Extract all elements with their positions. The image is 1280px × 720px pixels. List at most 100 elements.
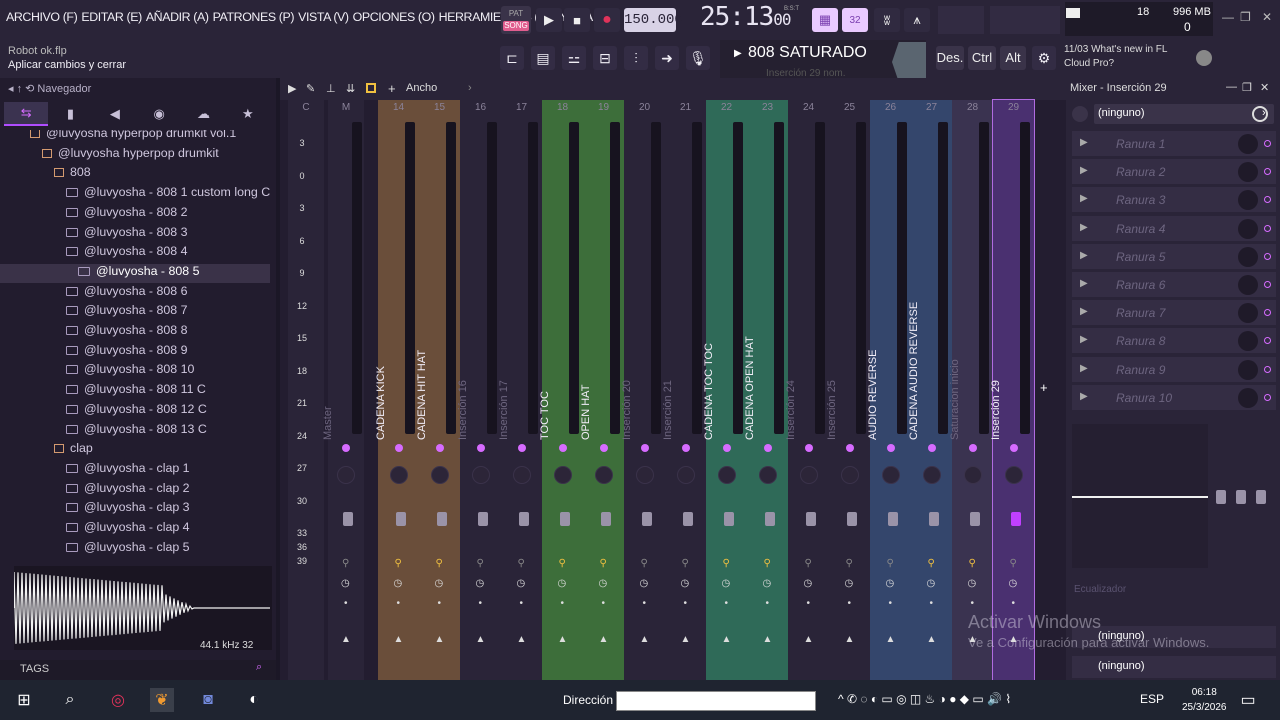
tray-icons[interactable]: ^ ✆ ◌ ◐ ▭ ◎ ◫ ♨ ◑ ● ◆ ▭ 🔊 ⌇ — [838, 692, 1011, 706]
slot-mix-knob[interactable] — [1238, 387, 1258, 408]
add-icon[interactable]: + — [388, 81, 396, 96]
waveform-preview[interactable] — [13, 566, 272, 650]
solo-dot[interactable]: • — [807, 598, 811, 609]
strip-name[interactable]: CADENA TOC TOC — [703, 220, 729, 440]
send-arrow-icon[interactable]: ▲ — [845, 634, 855, 645]
mute-icon[interactable]: ◷ — [763, 578, 772, 589]
news-panel[interactable]: 11/03 What's new in FL Cloud Pro? — [1064, 43, 1167, 71]
mute-icon[interactable]: ◷ — [435, 578, 444, 589]
disk-icon[interactable]: ⇊ — [346, 82, 355, 95]
solo-dot[interactable]: • — [643, 598, 647, 609]
effect-slot[interactable]: ▶ Ranura 1 — [1072, 130, 1276, 156]
mixer-strip[interactable]: 14 CADENA KICK ⚲ ◷ • ▲ — [375, 100, 419, 680]
playlist-icon[interactable]: ⊏ — [500, 46, 524, 70]
strip-name[interactable]: CADENA AUDIO REVERSE — [908, 220, 934, 440]
search-icon[interactable]: ⌕ — [256, 661, 262, 674]
send-arrow-icon[interactable]: ▲ — [558, 634, 568, 645]
expand-icon[interactable]: ▶ — [1080, 193, 1088, 204]
volume-fader[interactable] — [723, 512, 734, 526]
slot-mix-knob[interactable] — [1238, 246, 1258, 267]
news-icon[interactable]: ⚙ — [1032, 46, 1056, 70]
file-item[interactable]: @luvyosha - 808 2 — [0, 205, 270, 224]
fx-icon[interactable]: ⚲ — [764, 558, 771, 569]
file-item[interactable]: @luvyosha - clap 5 — [0, 540, 270, 558]
volume-fader[interactable] — [846, 512, 857, 526]
play-icon[interactable]: ▶ — [288, 82, 296, 95]
system-clock[interactable]: 06:18 25/3/2026 — [1182, 685, 1227, 715]
file-item[interactable]: @luvyosha - 808 8 — [0, 323, 270, 342]
solo-dot[interactable]: • — [479, 598, 483, 609]
search-taskbar-icon[interactable]: ⌕ — [58, 688, 82, 712]
close-panel-icon[interactable]: ✕ — [1260, 81, 1269, 94]
app-icon[interactable]: ◐ — [242, 688, 266, 712]
expand-icon[interactable]: ▶ — [1080, 222, 1088, 233]
expand-icon[interactable]: ▶ — [1080, 278, 1088, 289]
plugin-tab-icon[interactable]: ◉ — [137, 102, 181, 126]
step-edit-icon[interactable]: 32 — [842, 8, 868, 32]
fx-icon[interactable]: ⚲ — [641, 558, 648, 569]
wait-input-icon[interactable]: ʬ — [874, 8, 900, 32]
file-item[interactable]: @luvyosha - clap 3 — [0, 500, 270, 519]
strip-name[interactable]: Master — [322, 220, 348, 440]
file-item[interactable]: @luvyosha - 808 7 — [0, 303, 270, 322]
tools-icon[interactable]: ✎ — [306, 82, 315, 95]
menu-item[interactable]: OPCIONES (O) — [353, 10, 435, 24]
browser-arrows-icon[interactable]: ◂ ↑ ⟲ — [8, 83, 37, 95]
mixer-strip[interactable]: 27 CADENA AUDIO REVERSE ⚲ ◷ • ▲ — [908, 100, 952, 680]
route-dot[interactable] — [968, 444, 977, 452]
plugin-picker-icon[interactable]: ⫶ — [624, 46, 648, 70]
strip-name[interactable]: OPEN HAT — [580, 220, 606, 440]
solo-dot[interactable]: • — [397, 598, 401, 609]
maximize-icon[interactable]: ❐ — [1240, 10, 1251, 24]
star-tab-icon[interactable]: ★ — [226, 102, 270, 126]
slot-enable-dot[interactable] — [1264, 365, 1271, 373]
volume-fader[interactable] — [600, 512, 611, 526]
slot-enable-dot[interactable] — [1264, 252, 1271, 260]
strip-name[interactable]: CADENA KICK — [375, 220, 401, 440]
pat-song-toggle[interactable]: PAT SONG — [501, 6, 531, 34]
notification-icon[interactable]: ▭ — [1236, 688, 1260, 712]
slot-mix-knob[interactable] — [1238, 359, 1258, 380]
mixer-strip[interactable]: 21 Inserción 21 ⚲ ◷ • ▲ — [662, 100, 706, 680]
route-dot[interactable] — [681, 444, 690, 452]
strip-name[interactable]: CADENA OPEN HAT — [744, 220, 770, 440]
pan-knob[interactable] — [799, 466, 818, 484]
volume-fader[interactable] — [1010, 512, 1021, 526]
send-arrow-icon[interactable]: ▲ — [640, 634, 650, 645]
add-track-icon[interactable]: + — [1040, 380, 1048, 395]
tags-bar[interactable]: TAGS ⌕ — [0, 660, 276, 680]
solo-dot[interactable]: • — [725, 598, 729, 609]
strip-name[interactable]: Inserción 16 — [457, 220, 483, 440]
opera-icon[interactable]: ◎ — [106, 688, 130, 712]
mixer-strip[interactable]: 15 CADENA HIT HAT ⚲ ◷ • ▲ — [416, 100, 460, 680]
mixer-strip[interactable]: 19 OPEN HAT ⚲ ◷ • ▲ — [580, 100, 624, 680]
loop-record-icon[interactable]: ⩚ — [904, 8, 930, 32]
discord-icon[interactable]: ◙ — [196, 688, 220, 712]
expand-icon[interactable]: ▶ — [1080, 137, 1088, 148]
close-icon[interactable]: ✕ — [1262, 10, 1272, 24]
minimize-icon[interactable]: — — [1222, 10, 1234, 24]
mixer-strip[interactable]: 22 CADENA TOC TOC ⚲ ◷ • ▲ — [703, 100, 747, 680]
slot-enable-dot[interactable] — [1264, 281, 1271, 288]
fx-icon[interactable]: ⚲ — [846, 558, 853, 569]
effect-slot[interactable]: ▶ Ranura 7 — [1072, 299, 1276, 326]
effect-slot[interactable]: ▶ Ranura 5 — [1072, 242, 1276, 269]
mixer-strip[interactable]: 23 CADENA OPEN HAT ⚲ ◷ • ▲ — [744, 100, 788, 680]
mute-icon[interactable]: ◷ — [640, 578, 649, 589]
mute-icon[interactable]: ◷ — [804, 578, 813, 589]
pan-knob[interactable] — [553, 466, 572, 484]
effect-slot[interactable]: ▶ Ranura 3 — [1072, 186, 1276, 213]
route-dot[interactable] — [722, 444, 731, 452]
volume-fader[interactable] — [969, 512, 980, 526]
file-item[interactable]: @luvyosha - 808 10 — [0, 362, 270, 381]
route-dot[interactable] — [558, 444, 567, 452]
strip-name[interactable]: Inserción 25 — [826, 220, 852, 440]
mute-icon[interactable]: ◷ — [722, 578, 731, 589]
alt-button[interactable]: Alt — [1000, 46, 1026, 70]
fl-studio-icon[interactable]: ❦ — [150, 688, 174, 712]
fx-icon[interactable]: ⚲ — [342, 558, 349, 569]
menu-item[interactable]: PATRONES (P) — [213, 10, 295, 24]
fx-icon[interactable]: ⚲ — [518, 558, 525, 569]
volume-fader[interactable] — [559, 512, 570, 526]
cloud-tab-icon[interactable]: ☁ — [181, 102, 225, 126]
